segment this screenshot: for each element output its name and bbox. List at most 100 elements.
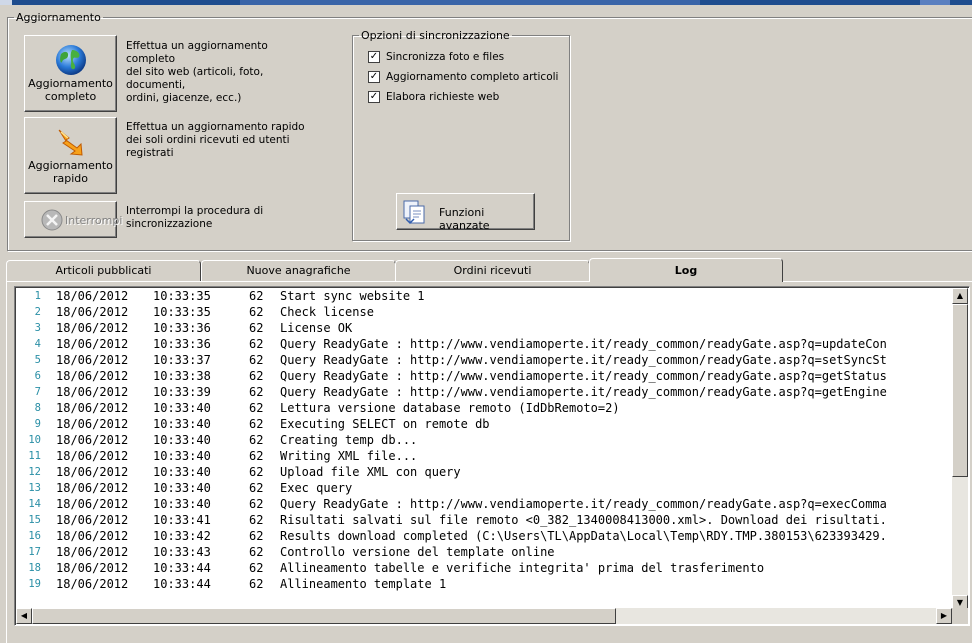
log-row: 13 18/06/2012 10:33:40 62 Exec query <box>17 480 953 496</box>
log-time: 10:33:41 <box>153 513 211 527</box>
log-row: 2 18/06/2012 10:33:35 62 Check license <box>17 304 953 320</box>
log-row: 7 18/06/2012 10:33:39 62 Query ReadyGate : h… <box>17 384 953 400</box>
log-time: 10:33:35 <box>153 305 211 319</box>
log-line-number: 7 <box>34 386 41 398</box>
log-time: 10:33:43 <box>153 545 211 559</box>
window-title-bar <box>0 0 972 5</box>
full-update-label-2: completo <box>44 90 97 103</box>
log-code: 62 <box>249 545 264 559</box>
log-message: Query ReadyGate : http://www.vendiamoper… <box>280 592 887 594</box>
log-code: 62 <box>249 353 264 367</box>
log-row: 5 18/06/2012 10:33:37 62 Query ReadyGate : h… <box>17 352 953 368</box>
log-row: 9 18/06/2012 10:33:40 62 Executing SELECT on… <box>17 416 953 432</box>
log-date: 18/06/2012 <box>56 449 129 463</box>
log-line-number: 5 <box>34 354 41 366</box>
log-date: 18/06/2012 <box>56 465 129 479</box>
log-code: 62 <box>249 497 264 511</box>
log-message: Executing SELECT on remote db <box>280 417 490 431</box>
log-date: 18/06/2012 <box>56 369 129 383</box>
log-row: 4 18/06/2012 10:33:36 62 Query ReadyGate : h… <box>17 336 953 352</box>
log-message: Allineamento template 1 <box>280 577 447 591</box>
lightning-arrow-icon <box>55 126 87 161</box>
log-date: 18/06/2012 <box>56 497 129 511</box>
stop-button[interactable]: Interrompi <box>24 201 123 238</box>
log-code: 62 <box>249 385 264 399</box>
globe-icon <box>55 44 87 79</box>
log-date: 18/06/2012 <box>56 529 129 543</box>
log-time: 10:33:35 <box>153 289 211 303</box>
tab-orders-received[interactable]: Ordini ricevuti <box>395 260 590 281</box>
log-message: Query ReadyGate : http://www.vendiamoper… <box>280 385 887 399</box>
log-code: 62 <box>249 417 264 431</box>
vertical-scrollbar[interactable]: ▲ ▼ <box>952 288 968 611</box>
log-date: 18/06/2012 <box>56 577 129 591</box>
stop-tools-icon <box>41 209 63 234</box>
checkbox-check-icon[interactable]: ✓ <box>368 91 380 103</box>
log-time: 10:33:36 <box>153 321 211 335</box>
log-code: 62 <box>249 465 264 479</box>
tab-log[interactable]: Log <box>589 258 783 282</box>
log-line-number: 10 <box>28 434 41 446</box>
stop-button-label: Interrompi <box>65 214 123 227</box>
log-message: Query ReadyGate : http://www.vendiamoper… <box>280 337 887 351</box>
log-date: 18/06/2012 <box>56 592 128 594</box>
scroll-up-icon[interactable]: ▲ <box>952 288 968 304</box>
stop-description: Interrompi la procedura di sincronizzazi… <box>126 205 264 230</box>
scroll-right-icon[interactable]: ▶ <box>936 608 952 624</box>
horizontal-scroll-thumb[interactable] <box>32 608 616 624</box>
log-message: Exec query <box>280 481 353 495</box>
log-date: 18/06/2012 <box>56 289 129 303</box>
tab-new-registry[interactable]: Nuove anagrafiche <box>201 260 396 281</box>
log-row: 11 18/06/2012 10:33:40 62 Writing XML file..… <box>17 448 953 464</box>
vertical-scroll-thumb[interactable] <box>952 304 968 477</box>
log-line-number: 1 <box>34 290 41 302</box>
log-code: 62 <box>249 369 264 383</box>
log-row: 12 18/06/2012 10:33:40 62 Upload file XML co… <box>17 464 953 480</box>
tab-published-articles[interactable]: Articoli pubblicati <box>6 260 201 281</box>
quick-update-label-2: rapido <box>52 172 88 185</box>
full-update-button[interactable]: Aggiornamento completo <box>24 35 117 112</box>
scrollbar-corner <box>952 608 968 624</box>
log-row: 3 18/06/2012 10:33:36 62 License OK <box>17 320 953 336</box>
log-line-number: 17 <box>28 546 41 558</box>
log-message: Upload file XML con query <box>280 465 461 479</box>
log-date: 18/06/2012 <box>56 337 129 351</box>
log-code: 62 <box>249 449 264 463</box>
horizontal-scrollbar[interactable]: ◀ ▶ <box>16 608 952 624</box>
update-group-legend: Aggiornamento <box>16 11 101 24</box>
log-line-number: 8 <box>34 402 41 414</box>
quick-update-button[interactable]: Aggiornamento rapido <box>24 117 117 194</box>
log-time: 10:33:40 <box>153 401 211 415</box>
log-code: 62 <box>249 592 263 594</box>
log-row: 16 18/06/2012 10:33:42 62 Results download c… <box>17 528 953 544</box>
log-line-number: 11 <box>28 450 41 462</box>
checkbox-check-icon[interactable]: ✓ <box>368 51 380 63</box>
log-code: 62 <box>249 289 264 303</box>
log-line-number: 15 <box>28 514 41 526</box>
log-row: 17 18/06/2012 10:33:43 62 Controllo versione… <box>17 544 953 560</box>
log-date: 18/06/2012 <box>56 433 129 447</box>
log-time: 10:33:40 <box>153 465 211 479</box>
scroll-left-icon[interactable]: ◀ <box>16 608 32 624</box>
log-time: 10:33:36 <box>153 337 211 351</box>
log-date: 18/06/2012 <box>56 401 129 415</box>
log-time: 10:33:40 <box>153 433 211 447</box>
checkbox-check-icon[interactable]: ✓ <box>368 71 380 83</box>
log-message: Results download completed (C:\Users\TL\… <box>280 529 887 543</box>
log-row: 1 18/06/2012 10:33:35 62 Start sync website … <box>17 288 953 304</box>
log-rows: 1 18/06/2012 10:33:35 62 Start sync website … <box>17 288 953 594</box>
title-buttons[interactable] <box>920 0 950 5</box>
log-row: 19 18/06/2012 10:33:44 62 Allineamento templ… <box>17 576 953 592</box>
log-line-number: 12 <box>28 466 41 478</box>
full-update-description: Effettua un aggiornamento completo del s… <box>126 40 268 104</box>
log-line-number: 9 <box>34 418 41 430</box>
log-message: Writing XML file... <box>280 449 418 463</box>
quick-update-description: Effettua un aggiornamento rapido dei sol… <box>126 121 305 159</box>
log-message: Risultati salvati sul file remoto <0_382… <box>280 513 887 527</box>
log-code: 62 <box>249 401 264 415</box>
log-view[interactable]: 1 18/06/2012 10:33:35 62 Start sync website … <box>14 286 970 626</box>
full-update-label-1: Aggiornamento <box>28 77 113 90</box>
log-date: 18/06/2012 <box>56 321 129 335</box>
advanced-functions-button[interactable]: Funzioni avanzate <box>396 193 535 232</box>
log-date: 18/06/2012 <box>56 305 129 319</box>
